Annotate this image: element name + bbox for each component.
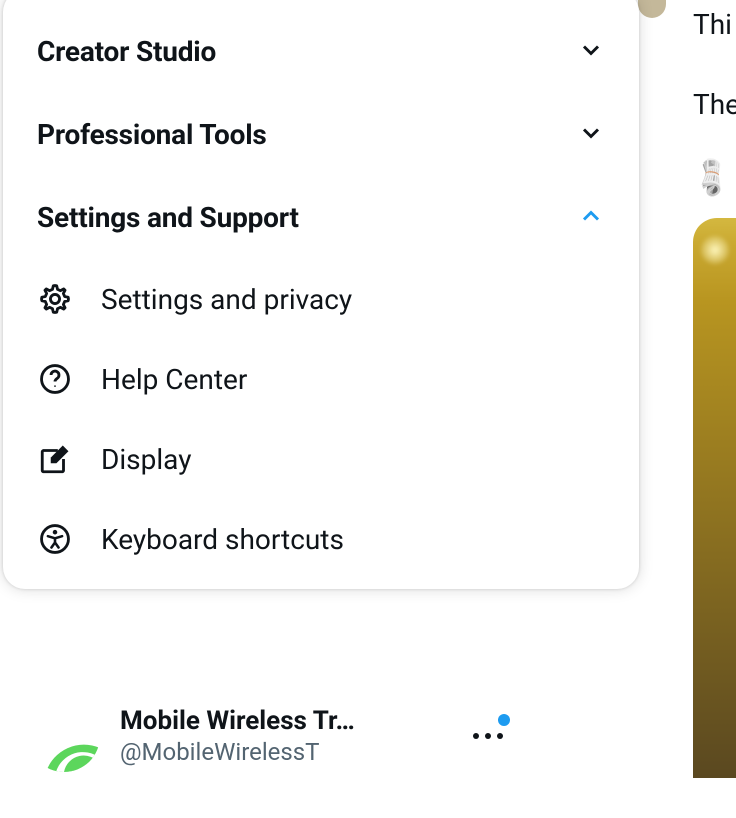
help-center-item[interactable]: Help Center <box>3 339 639 419</box>
display-icon <box>37 441 73 477</box>
chevron-down-icon <box>577 36 605 68</box>
account-switcher[interactable]: Mobile Wireless Tr… @MobileWirelessT <box>28 700 508 772</box>
menu-item-label: Keyboard shortcuts <box>101 523 344 556</box>
section-title: Professional Tools <box>37 118 267 151</box>
settings-privacy-item[interactable]: Settings and privacy <box>3 259 639 339</box>
account-options-button[interactable] <box>468 716 508 756</box>
gear-icon <box>37 281 73 317</box>
chevron-up-icon <box>577 202 605 234</box>
profile-text: Mobile Wireless Tr… @MobileWirelessT <box>120 706 448 766</box>
professional-tools-section[interactable]: Professional Tools <box>3 93 639 176</box>
menu-item-label: Help Center <box>101 363 247 396</box>
more-icon <box>473 733 503 739</box>
section-title: Creator Studio <box>37 35 216 68</box>
menu-item-label: Display <box>101 443 191 476</box>
more-menu-panel: Creator Studio Professional Tools Settin… <box>3 0 639 589</box>
background-text-line-1: Thi <box>693 8 732 41</box>
background-avatar-fragment <box>638 0 666 18</box>
background-text-line-2: The <box>693 88 736 121</box>
background-media-preview[interactable] <box>693 218 736 778</box>
help-icon <box>37 361 73 397</box>
rolled-newspaper-emoji: 🗞️ <box>686 152 736 203</box>
profile-display-name: Mobile Wireless Tr… <box>120 706 448 736</box>
notification-indicator <box>498 714 510 726</box>
menu-item-label: Settings and privacy <box>101 283 352 316</box>
section-title: Settings and Support <box>37 201 299 234</box>
keyboard-shortcuts-item[interactable]: Keyboard shortcuts <box>3 499 639 579</box>
chevron-down-icon <box>577 119 605 151</box>
accessibility-icon <box>37 521 73 557</box>
avatar <box>28 700 100 772</box>
display-item[interactable]: Display <box>3 419 639 499</box>
settings-support-section[interactable]: Settings and Support <box>3 176 639 259</box>
creator-studio-section[interactable]: Creator Studio <box>3 10 639 93</box>
profile-handle: @MobileWirelessT <box>120 738 448 766</box>
